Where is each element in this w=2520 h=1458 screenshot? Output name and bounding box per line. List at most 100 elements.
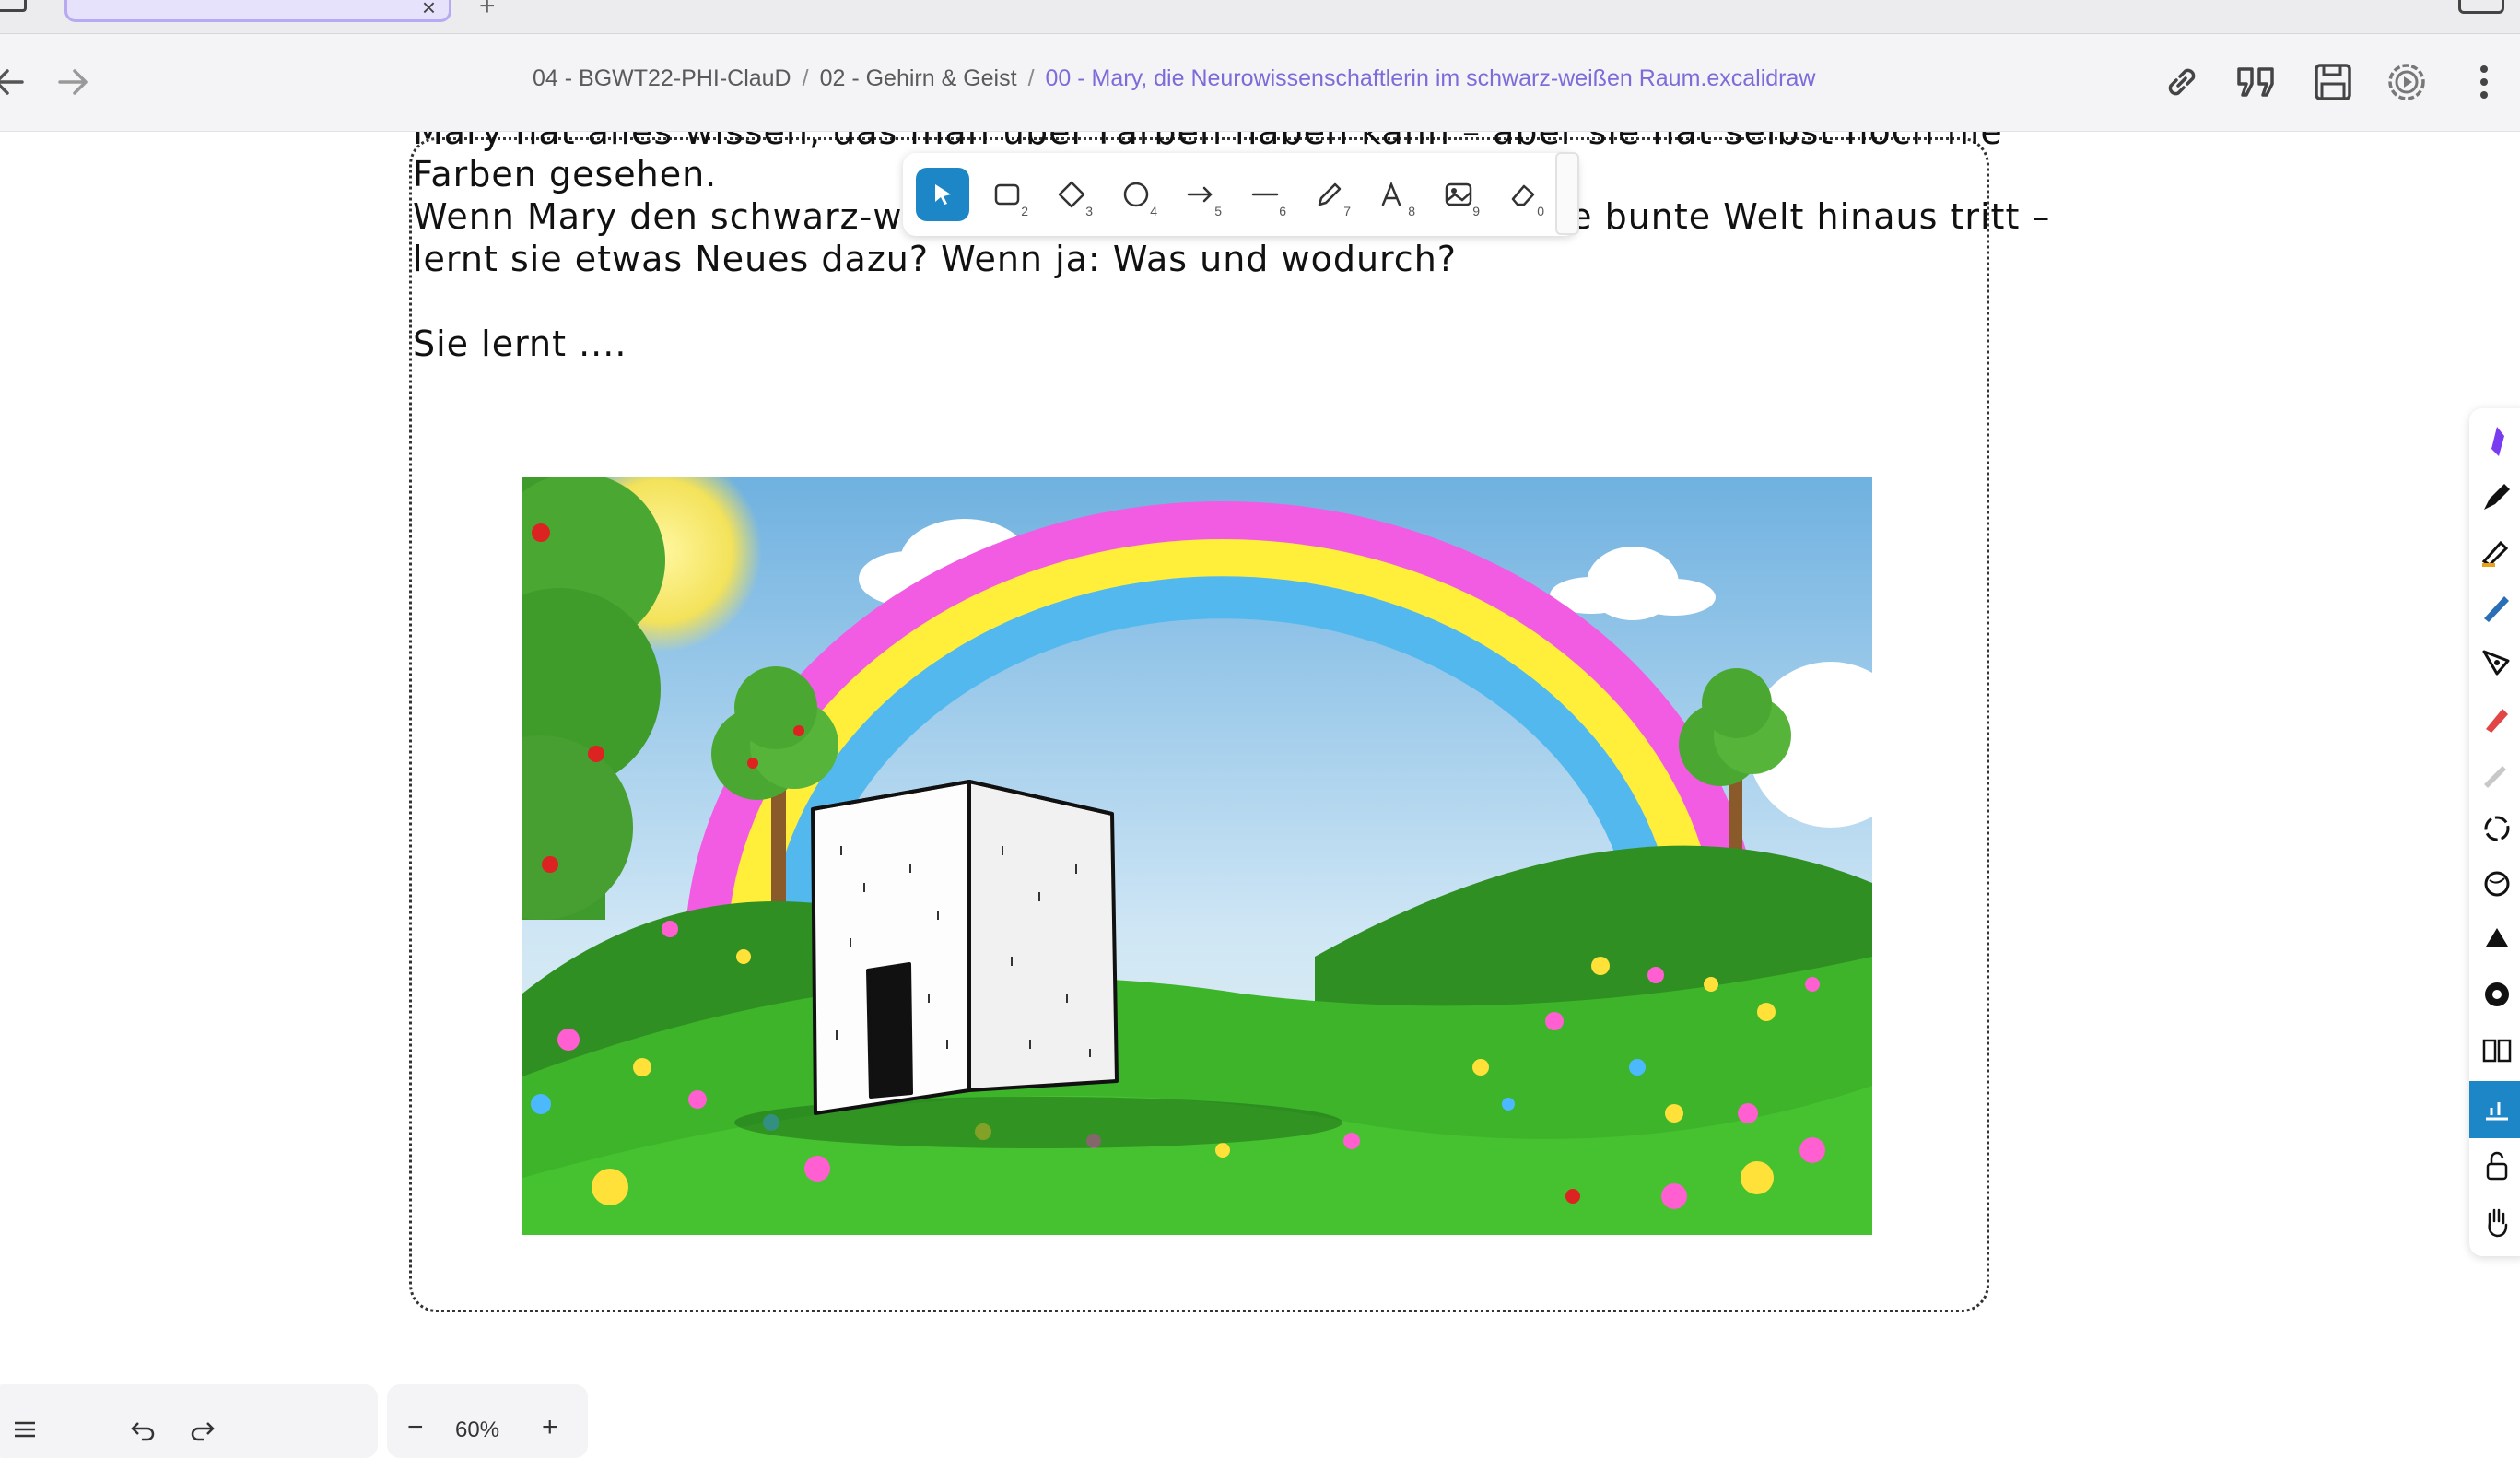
arrow-right-icon	[58, 69, 88, 95]
crystal-icon	[2491, 427, 2504, 456]
draw-tool[interactable]: 7	[1303, 168, 1356, 221]
undo-icon[interactable]	[129, 1416, 157, 1443]
new-tab-button[interactable]: +	[479, 0, 496, 22]
more-vertical-icon	[2480, 65, 2488, 99]
tab-bar: × +	[0, 0, 2520, 34]
navigation-bar: 04 - BGWT22-PHI-ClauD / 02 - Gehirn & Geis…	[0, 34, 2520, 133]
gear-play-icon	[2388, 64, 2425, 100]
globe-icon	[2484, 871, 2510, 897]
zoom-out-button[interactable]: −	[407, 1412, 424, 1443]
red-marker-tool[interactable]	[2477, 698, 2517, 738]
rectangle-tool[interactable]: 2	[980, 168, 1034, 221]
right-sidebar-toggle-icon[interactable]	[2458, 0, 2504, 14]
fountain-pen-tool[interactable]	[2477, 476, 2517, 517]
blue-pen-tool[interactable]	[2477, 587, 2517, 628]
more-options-button[interactable]	[2458, 56, 2510, 108]
tool-shortcut: 9	[1472, 204, 1480, 218]
crystal-pen-tool[interactable]	[2477, 421, 2517, 462]
image-icon	[1445, 182, 1472, 206]
save-button[interactable]	[2307, 56, 2359, 108]
diamond-icon	[1058, 181, 1085, 208]
toolbar-scrollbar[interactable]	[1555, 152, 1579, 235]
link-icon	[2168, 68, 2196, 96]
tool-shortcut: 0	[1537, 204, 1544, 218]
arrow-icon	[1187, 186, 1213, 203]
selection-tool[interactable]	[916, 168, 969, 221]
back-button[interactable]	[0, 60, 31, 104]
line-tool[interactable]: 6	[1238, 168, 1292, 221]
eraser-tool[interactable]: 0	[1496, 168, 1550, 221]
canvas-text-line[interactable]: Mary hat alles wissen, das man über Farb…	[413, 132, 2003, 152]
hand-tool[interactable]	[2477, 1201, 2517, 1241]
settings-tool[interactable]	[2477, 974, 2517, 1015]
chart-icon	[2486, 1102, 2508, 1121]
zoom-controls: − 60% +	[387, 1384, 588, 1458]
blue-pen-icon	[2484, 596, 2509, 622]
breadcrumb-separator: /	[802, 65, 809, 91]
diamond-tool[interactable]: 3	[1045, 168, 1098, 221]
zoom-level[interactable]: 60%	[455, 1417, 499, 1443]
save-icon	[2315, 64, 2351, 100]
library-tool[interactable]	[2477, 1029, 2517, 1070]
cursor-icon	[935, 184, 951, 205]
pencil-gray-tool[interactable]	[2477, 753, 2517, 794]
script-engine-button[interactable]	[2381, 56, 2432, 108]
quote-button[interactable]	[2230, 56, 2281, 108]
ellipse-tool[interactable]: 4	[1109, 168, 1163, 221]
pen-nib-icon	[2482, 650, 2510, 676]
text-icon	[1381, 181, 1401, 206]
tool-shortcut: 4	[1150, 204, 1157, 218]
tools-toolbar: 2 3 4 5 6 7 8 9 0	[903, 153, 1577, 236]
active-side-tool[interactable]	[2469, 1081, 2520, 1138]
redo-icon[interactable]	[189, 1416, 217, 1443]
breadcrumb-current-file[interactable]: 00 - Mary, die Neurowissenschaftlerin im…	[1046, 65, 1816, 91]
canvas-text-line[interactable]: lernt sie etwas Neues dazu? Wenn ja: Was…	[413, 239, 1457, 279]
fountain-pen-icon	[2484, 484, 2510, 510]
sidebar-toggle-icon[interactable]	[0, 0, 27, 12]
breadcrumb-folder-1[interactable]: 04 - BGWT22-PHI-ClauD	[533, 65, 791, 91]
eraser-icon	[1511, 184, 1535, 206]
tab-active[interactable]: ×	[64, 0, 451, 22]
breadcrumb: 04 - BGWT22-PHI-ClauD / 02 - Gehirn & Geis…	[533, 65, 1815, 92]
tool-shortcut: 2	[1021, 204, 1028, 218]
ellipse-icon	[1123, 182, 1149, 207]
pencil-icon	[1318, 182, 1342, 206]
arrow-left-icon	[0, 69, 24, 95]
canvas-text-line[interactable]: Farben gesehen.	[413, 154, 717, 194]
gear-icon	[2485, 982, 2509, 1006]
rotate-tool[interactable]	[2477, 808, 2517, 849]
quote-icon	[2237, 67, 2274, 97]
globe-tool[interactable]	[2477, 864, 2517, 904]
lock-icon	[2486, 1151, 2508, 1181]
rainbow-room-image[interactable]	[522, 477, 1872, 1235]
breadcrumb-separator: /	[1027, 65, 1035, 91]
excalidraw-canvas[interactable]: Mary hat alles wissen, das man über Farb…	[0, 132, 2520, 1450]
tool-shortcut: 6	[1279, 204, 1286, 218]
rotate-icon	[2484, 816, 2510, 841]
image-tool[interactable]: 9	[1432, 168, 1485, 221]
tool-shortcut: 3	[1085, 204, 1093, 218]
obsidian-tools-panel	[2469, 408, 2520, 1256]
text-tool[interactable]: 8	[1367, 168, 1421, 221]
tool-shortcut: 8	[1408, 204, 1415, 218]
tab-close-button[interactable]: ×	[422, 0, 436, 22]
gray-pencil-icon	[2484, 766, 2506, 788]
shapes-icon	[2486, 928, 2508, 947]
forward-button[interactable]	[51, 60, 95, 104]
bottom-left-controls	[0, 1384, 378, 1458]
breadcrumb-folder-2[interactable]: 02 - Gehirn & Geist	[820, 65, 1017, 91]
red-marker-icon	[2486, 709, 2508, 733]
hand-icon	[2488, 1208, 2508, 1238]
canvas-text-line[interactable]: Sie lernt ....	[413, 323, 627, 364]
pen-nib-tool[interactable]	[2477, 642, 2517, 683]
menu-icon[interactable]	[11, 1416, 39, 1443]
book-icon	[2482, 1039, 2512, 1063]
zoom-in-button[interactable]: +	[542, 1412, 558, 1443]
highlighter-icon	[2481, 540, 2509, 567]
arrow-tool[interactable]: 5	[1174, 168, 1227, 221]
shapes-tool[interactable]	[2477, 919, 2517, 959]
lock-tool[interactable]	[2477, 1146, 2517, 1186]
highlighter-tool[interactable]	[2477, 532, 2517, 572]
link-button[interactable]	[2156, 56, 2208, 108]
tool-shortcut: 7	[1343, 204, 1351, 218]
